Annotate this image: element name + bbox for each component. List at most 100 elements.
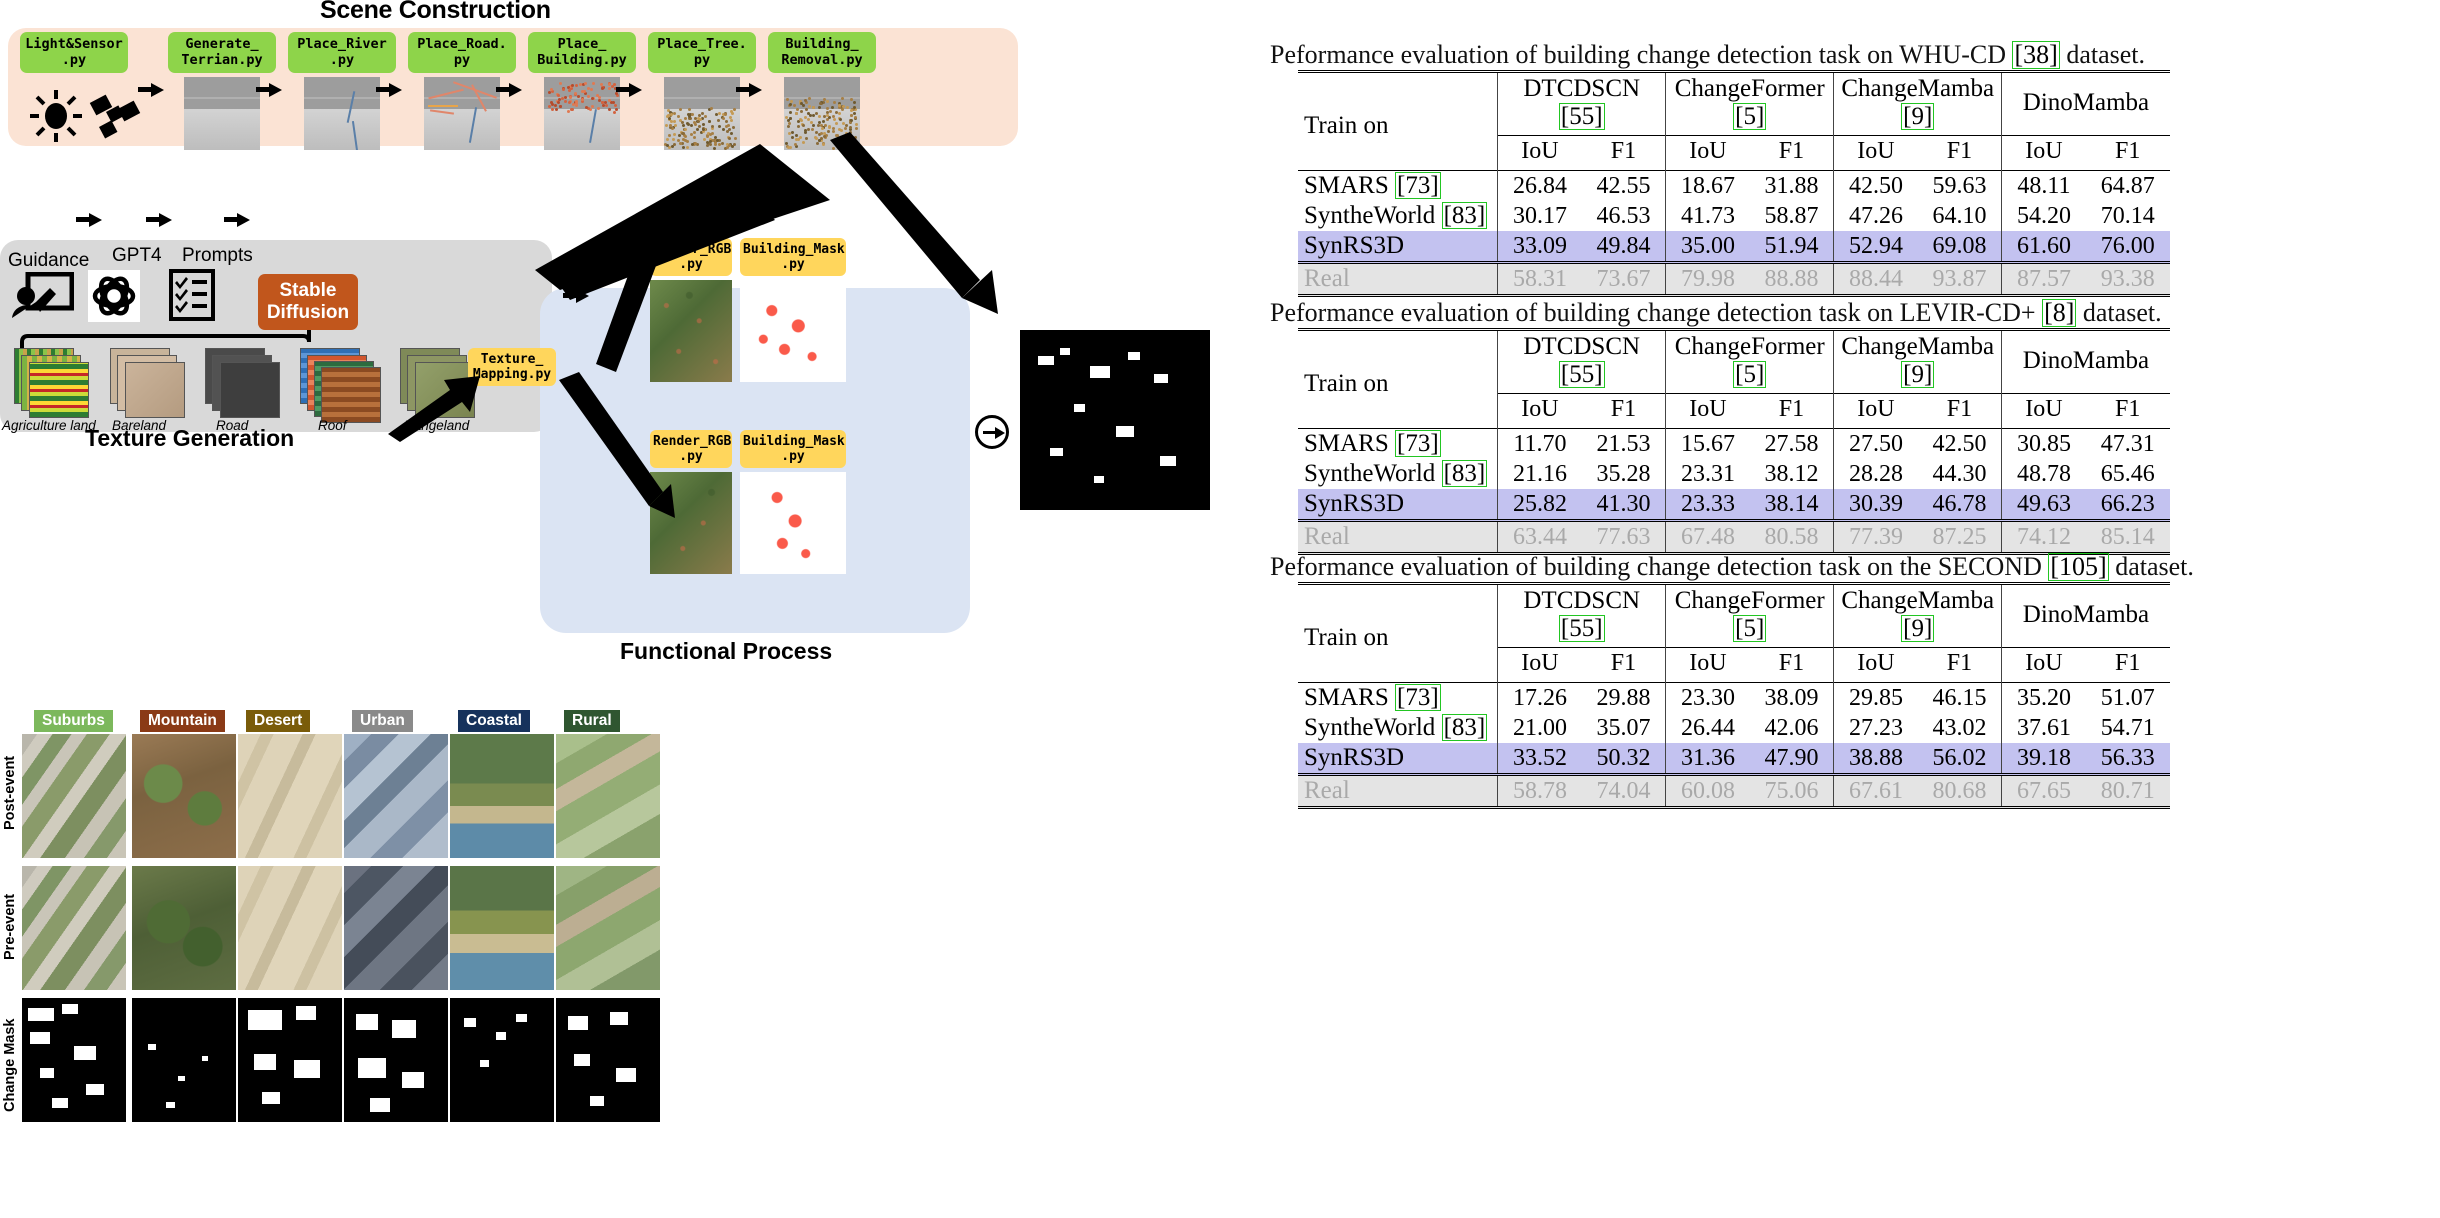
table-cell: 77.39 bbox=[1834, 521, 1918, 554]
model-header: ChangeMamba [9] bbox=[1834, 72, 2002, 136]
table-cell: 49.63 bbox=[2002, 489, 2086, 521]
guidance-icon bbox=[10, 272, 74, 320]
table-cell: 35.00 bbox=[1666, 231, 1750, 263]
results-tables: Peformance evaluation of building change… bbox=[1270, 0, 2440, 1218]
category-tag-desert: Desert bbox=[246, 710, 310, 732]
table-cell: 42.06 bbox=[1750, 713, 1834, 743]
caption-post: dataset. bbox=[2109, 552, 2194, 581]
table-cell: 26.44 bbox=[1666, 713, 1750, 743]
grid-cell-pre-urban bbox=[344, 866, 448, 990]
table-row: SyntheWorld [83] 21.00 35.07 26.44 42.06 27.2… bbox=[1298, 713, 2170, 743]
category-tag-coastal: Coastal bbox=[458, 710, 530, 732]
scene-step-5-chip[interactable]: Place_Tree. py bbox=[648, 32, 756, 73]
grid-cell-mask-suburbs bbox=[22, 998, 126, 1122]
table-row: SyntheWorld [83] 21.16 35.28 23.31 38.12 28.2… bbox=[1298, 459, 2170, 489]
table-cell: 30.85 bbox=[2002, 429, 2086, 460]
sample-scene-grid: Post-event Pre-event Change Mask Suburbs… bbox=[0, 700, 1100, 1218]
table-cell: 61.60 bbox=[2002, 231, 2086, 263]
metric-header: IoU bbox=[1834, 648, 1918, 683]
building-mask-image-bottom bbox=[740, 472, 846, 574]
pipeline-diagram: Scene Construction Light&Sensor .py Gene… bbox=[0, 0, 1270, 700]
results-table-1: Train on DTCDSCN [55] ChangeFormer [5] Chan… bbox=[1298, 328, 2170, 555]
table-cell: 21.53 bbox=[1582, 429, 1666, 460]
chip-line1: Building_ bbox=[785, 37, 858, 53]
arrow-guidance-gpt bbox=[76, 212, 102, 228]
table-cell: 17.26 bbox=[1498, 683, 1582, 714]
table-cell: 35.28 bbox=[1582, 459, 1666, 489]
metric-header: F1 bbox=[1918, 648, 2002, 683]
metric-header: F1 bbox=[1582, 648, 1666, 683]
scene-step-2-chip[interactable]: Place_River .py bbox=[288, 32, 396, 73]
chip-line1: Light&Sensor bbox=[25, 37, 123, 53]
table-row: SynRS3D 33.52 50.32 31.36 47.90 38.88 56.02 39.… bbox=[1298, 743, 2170, 775]
table-cell: 50.32 bbox=[1582, 743, 1666, 775]
scene-step-1-chip[interactable]: Generate_ Terrian.py bbox=[168, 32, 276, 73]
grid-cell-mask-urban bbox=[344, 998, 448, 1122]
table-row: SMARS [73] 17.26 29.88 23.30 38.09 29.85 46.15… bbox=[1298, 683, 2170, 714]
table-cell: 80.68 bbox=[1918, 775, 2002, 808]
table-cell: 63.44 bbox=[1498, 521, 1582, 554]
table-cell: 93.38 bbox=[2086, 263, 2170, 296]
arrow-rangeland-texmap bbox=[380, 372, 490, 442]
grid-cell-post-desert bbox=[238, 734, 342, 858]
metric-header: F1 bbox=[2086, 648, 2170, 683]
table-cell: 77.63 bbox=[1582, 521, 1666, 554]
metric-header: IoU bbox=[1498, 394, 1582, 429]
table-header-models: Train on DTCDSCN [55] ChangeFormer [5] Chan… bbox=[1298, 72, 2170, 136]
row-label: SMARS [73] bbox=[1298, 683, 1498, 714]
table-cell: 38.12 bbox=[1750, 459, 1834, 489]
category-tag-mountain: Mountain bbox=[140, 710, 225, 732]
grid-cell-mask-rural bbox=[556, 998, 660, 1122]
caption-pre: Peformance evaluation of building change… bbox=[1270, 40, 2012, 69]
scene-step-4-chip[interactable]: Place_ Building.py bbox=[528, 32, 636, 73]
metric-header: F1 bbox=[1750, 394, 1834, 429]
scene-step-3-chip[interactable]: Place_Road. py bbox=[408, 32, 516, 73]
row-label-pre-event: Pre-event bbox=[2, 872, 18, 982]
row-label: SyntheWorld [83] bbox=[1298, 713, 1498, 743]
table-header-models: Train on DTCDSCN [55] ChangeFormer [5] Chan… bbox=[1298, 584, 2170, 648]
model-header: ChangeFormer [5] bbox=[1666, 584, 1834, 648]
table-cell: 31.36 bbox=[1666, 743, 1750, 775]
caption-ref: [38] bbox=[2012, 41, 2059, 69]
arrow-texture-down bbox=[553, 372, 713, 562]
row-label-change-mask: Change Mask bbox=[2, 1000, 18, 1130]
category-tag-rural: Rural bbox=[564, 710, 620, 732]
table-cell: 67.48 bbox=[1666, 521, 1750, 554]
chip-line2: py bbox=[694, 53, 710, 69]
table-cell: 46.78 bbox=[1918, 489, 2002, 521]
texture-caption-agriculture: Agriculture land bbox=[2, 418, 96, 433]
table-cell: 43.02 bbox=[1918, 713, 2002, 743]
table-cell: 27.23 bbox=[1834, 713, 1918, 743]
table-cell: 80.58 bbox=[1750, 521, 1834, 554]
chip-line1: Place_Road. bbox=[417, 37, 506, 53]
table-cell: 79.98 bbox=[1666, 263, 1750, 296]
table-cell: 75.06 bbox=[1750, 775, 1834, 808]
table-caption-0: Peformance evaluation of building change… bbox=[1270, 40, 2440, 70]
table-cell: 67.65 bbox=[2002, 775, 2086, 808]
row-label: SynRS3D bbox=[1298, 489, 1498, 521]
metric-header: IoU bbox=[1498, 136, 1582, 171]
table-row: SMARS [73] 26.84 42.55 18.67 31.88 42.50 59.63… bbox=[1298, 171, 2170, 202]
arrow-prompts-sd bbox=[224, 212, 250, 228]
scene-step-6-chip[interactable]: Building_ Removal.py bbox=[768, 32, 876, 73]
scene-step-0-chip[interactable]: Light&Sensor .py bbox=[20, 32, 128, 73]
chip-line2: .py bbox=[330, 53, 354, 69]
texture-caption-bareland: Bareland bbox=[112, 418, 166, 433]
metric-header: F1 bbox=[1750, 136, 1834, 171]
table-cell: 41.30 bbox=[1582, 489, 1666, 521]
table-cell: 51.07 bbox=[2086, 683, 2170, 714]
table-cell: 58.87 bbox=[1750, 201, 1834, 231]
building-mask-chip-bottom[interactable]: Building_Mask .py bbox=[740, 430, 846, 468]
chip-line1: Generate_ bbox=[185, 37, 258, 53]
metric-header: F1 bbox=[1582, 394, 1666, 429]
metric-header: IoU bbox=[2002, 394, 2086, 429]
chip-line1: Place_Tree. bbox=[657, 37, 746, 53]
chip-line2: Removal.py bbox=[781, 53, 862, 69]
arrow-gpt-prompts bbox=[146, 212, 172, 228]
table-cell: 21.00 bbox=[1498, 713, 1582, 743]
arrow-4 bbox=[616, 82, 642, 98]
grid-cell-post-suburbs bbox=[22, 734, 126, 858]
table-cell: 46.53 bbox=[1582, 201, 1666, 231]
table-cell: 25.82 bbox=[1498, 489, 1582, 521]
stable-diffusion-chip[interactable]: Stable Diffusion bbox=[258, 274, 358, 330]
